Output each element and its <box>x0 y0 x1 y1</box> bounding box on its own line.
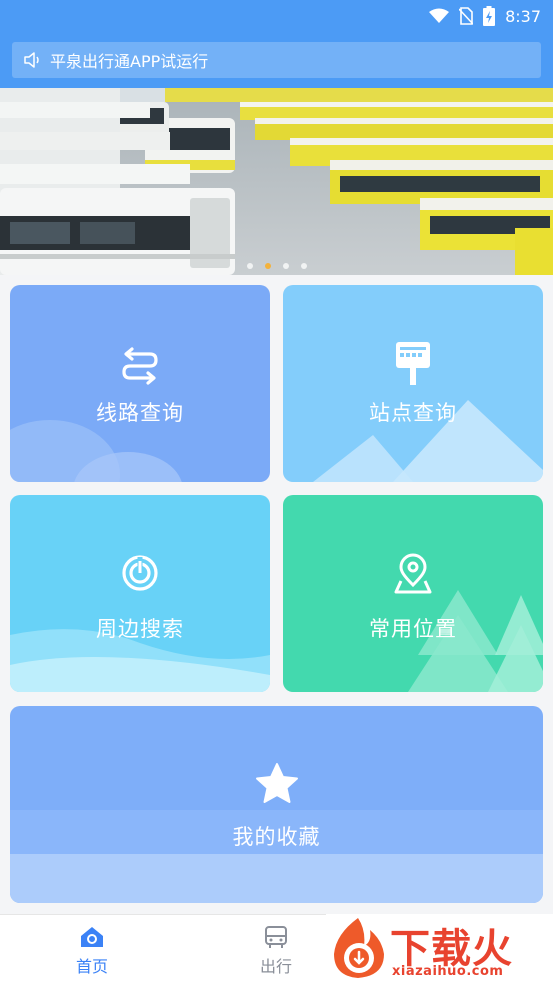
stop-query-tile[interactable]: 站点查询 <box>283 285 543 482</box>
app-header: 平泉出行通APP试运行 <box>0 34 553 88</box>
carousel-dot[interactable] <box>282 263 289 269</box>
no-sim-icon <box>459 7 474 25</box>
home-icon <box>81 927 103 947</box>
tab-trip-label: 出行 <box>259 957 292 976</box>
nearby-search-tile[interactable]: 周边搜索 <box>10 495 270 692</box>
tab-home[interactable]: 首页 <box>47 925 137 977</box>
wifi-icon <box>429 8 450 23</box>
carousel-dot[interactable] <box>246 263 253 269</box>
bus-depot-photo <box>0 88 553 275</box>
star-icon <box>255 763 298 803</box>
frequent-locations-label: 常用位置 <box>369 617 457 641</box>
my-favorites-tile[interactable]: 我的收藏 <box>10 706 543 903</box>
notice-text: 平泉出行通APP试运行 <box>50 52 209 71</box>
flame-logo-icon <box>334 918 384 978</box>
frequent-locations-tile[interactable]: 常用位置 <box>283 495 543 692</box>
carousel-dot[interactable] <box>300 263 307 269</box>
notice-bar[interactable]: 平泉出行通APP试运行 <box>12 42 541 78</box>
wave-decoration <box>10 629 270 692</box>
watermark: 下载火 xiazaihuo.com <box>326 914 553 983</box>
tab-trip[interactable]: 出行 <box>231 925 321 977</box>
status-icons: 8:37 <box>429 6 541 26</box>
battery-charging-icon <box>483 6 496 26</box>
route-swap-icon <box>122 347 158 385</box>
status-bar: 8:37 <box>0 0 553 34</box>
stop-query-label: 站点查询 <box>369 401 457 425</box>
radar-icon <box>122 555 158 591</box>
route-query-tile[interactable]: 线路查询 <box>10 285 270 482</box>
location-pin-icon <box>394 553 432 594</box>
carousel-dot-active[interactable] <box>264 263 271 269</box>
my-favorites-label: 我的收藏 <box>232 825 321 849</box>
nearby-search-label: 周边搜索 <box>96 617 184 641</box>
bus-stop-sign-icon <box>396 342 430 385</box>
watermark-url: xiazaihuo.com <box>392 964 504 979</box>
carousel-indicator <box>0 263 553 269</box>
route-query-label: 线路查询 <box>96 401 184 425</box>
banner-carousel[interactable] <box>0 88 553 275</box>
status-time: 8:37 <box>505 6 541 26</box>
bus-icon <box>265 926 287 948</box>
tab-home-label: 首页 <box>75 957 108 976</box>
speaker-icon <box>24 52 39 68</box>
